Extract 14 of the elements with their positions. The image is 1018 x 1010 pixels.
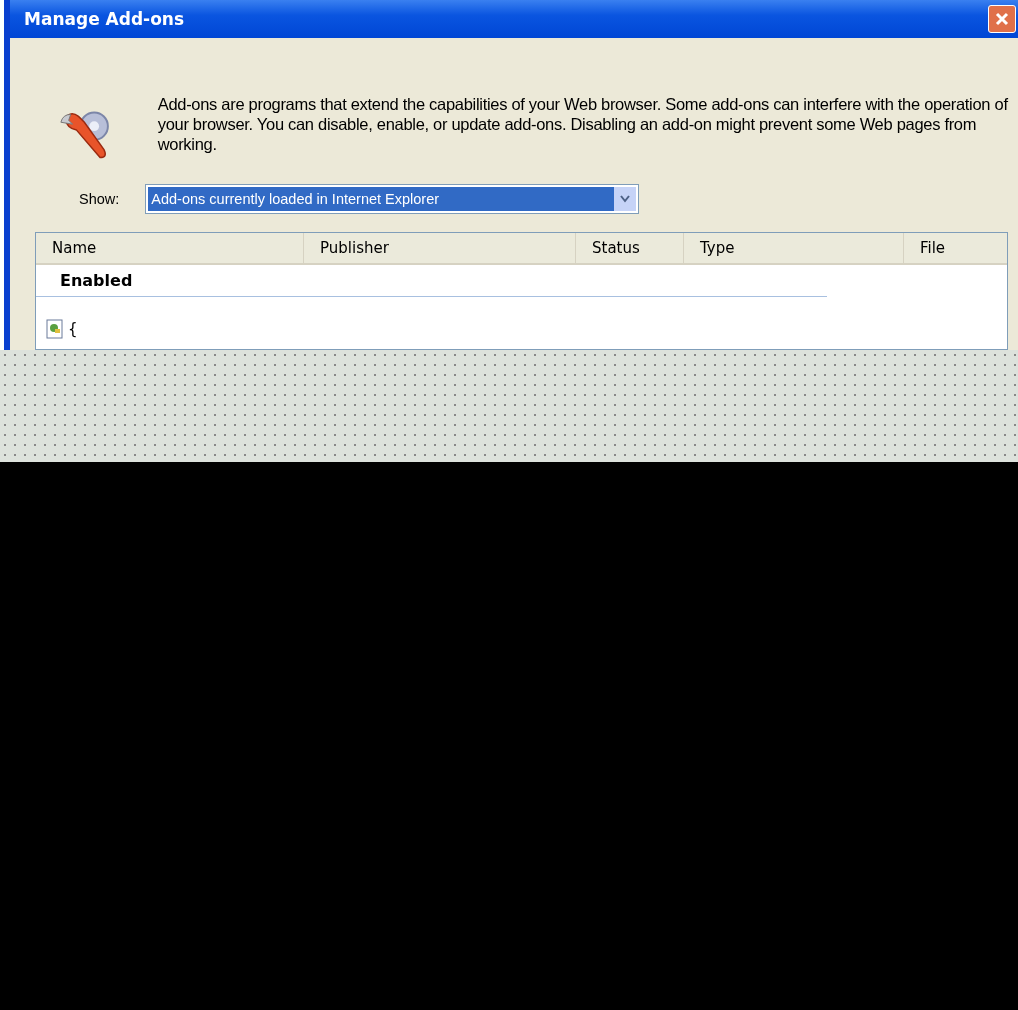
column-header[interactable]: Type xyxy=(684,233,904,263)
group-heading: Enabled xyxy=(36,265,827,297)
column-header[interactable]: Name xyxy=(36,233,304,263)
column-header[interactable]: File xyxy=(904,233,1007,263)
description-text: Add-ons are programs that extend the capabilities of your Web browser. Some add-ons can interfere with the operation of your browser. You can disable, enable, or update add-ons. Disabling an add-on might prevent some Web pages from working. xyxy=(157,94,1008,155)
column-header[interactable]: Publisher xyxy=(304,233,576,263)
window-title: Manage Add-ons xyxy=(24,9,185,29)
addon-name: { xyxy=(68,320,78,338)
column-header[interactable]: Status xyxy=(576,233,684,263)
close-icon xyxy=(995,12,1009,26)
addon-icon xyxy=(46,319,64,339)
show-label: Show: xyxy=(79,191,120,207)
close-button[interactable] xyxy=(988,5,1016,33)
show-dropdown[interactable]: Add-ons currently loaded in Internet Explorer xyxy=(145,184,640,214)
